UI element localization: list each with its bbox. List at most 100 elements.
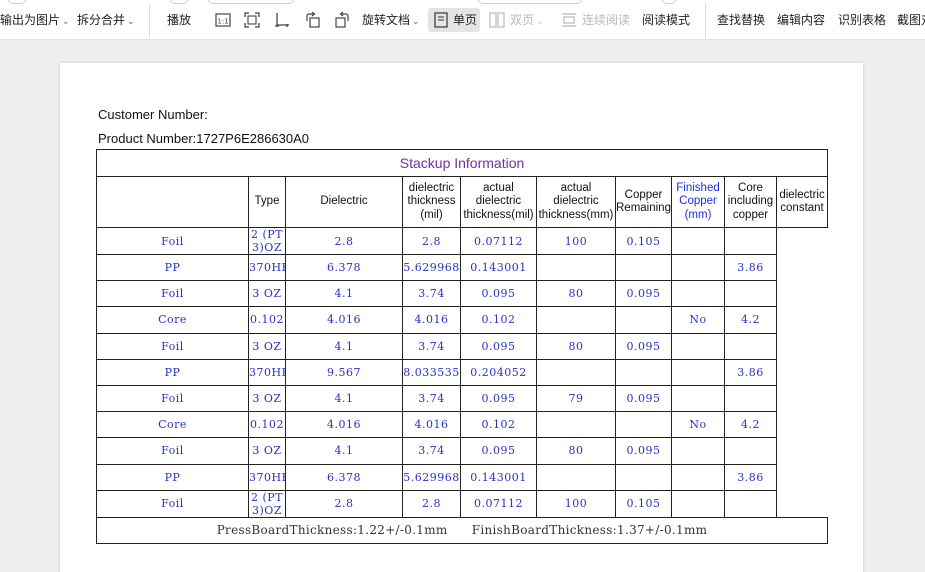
press-board-thickness: PressBoardThickness:1.22+/-0.1mm [216, 523, 448, 538]
toolbar: 输出为图片 ⌄ 拆分合并 ⌄ 播放 1:1 旋转文档 ⌄ 单页 双页 ⌄ 连续阅读 [0, 0, 925, 40]
screenshot-button[interactable]: 截图对 [897, 11, 925, 29]
table-row: Foil 2 (PT 3)OZ 2.8 2.8 0.07112 100 0.105 [96, 489, 828, 518]
header-copper-remaining: Copper Remaining [615, 176, 672, 228]
table-cell: 2 (PT 3)OZ [248, 227, 286, 255]
rotate-right-icon[interactable] [334, 12, 350, 28]
table-cell [536, 411, 616, 439]
table-cell: 4.1 [285, 437, 403, 465]
document-page: Customer Number: Product Number:1727P6E2… [60, 63, 863, 572]
rotate-document-button[interactable]: 旋转文档 ⌄ [362, 11, 420, 30]
actual-size-icon[interactable]: 1:1 [215, 12, 231, 28]
table-row: Foil 3 OZ 4.1 3.74 0.095 80 0.095 [96, 332, 828, 360]
table-cell: 0.095 [615, 280, 672, 308]
table-cell: 2 (PT 3)OZ [248, 489, 286, 518]
table-cell [615, 306, 672, 334]
table-cell [671, 358, 725, 386]
table-cell: 2.8 [285, 227, 403, 255]
table-cell [671, 463, 725, 491]
table-row: PP370HR1080*2(68%)6.3785.6299680.143001 3… [96, 253, 828, 282]
table-cell [671, 384, 725, 413]
table-cell: 6.378 [285, 463, 403, 491]
table-cell [724, 437, 777, 465]
table-cell: 3.74 [402, 384, 461, 413]
table-cell: 2.8 [402, 489, 461, 518]
table-cell: 100 [536, 227, 616, 255]
recognize-table-button[interactable]: 识别表格 [838, 11, 886, 29]
table-cell: 0.102 [248, 306, 286, 334]
table-cell: PP [96, 253, 249, 282]
product-number: Product Number:1727P6E286630A0 [98, 131, 310, 146]
continuous-reading-button[interactable]: 连续阅读 [582, 11, 630, 29]
split-merge-button[interactable]: 拆分合并 ⌄ [77, 11, 135, 30]
table-cell: 2.8 [402, 227, 461, 255]
header-type: Type [248, 176, 286, 228]
table-cell [671, 227, 725, 255]
header-finished-copper: Finished Copper (mm) [671, 176, 725, 228]
table-cell [671, 332, 725, 360]
table-cell: 0.095 [615, 437, 672, 465]
table-cell: 0.095 [615, 332, 672, 360]
table-footer: PressBoardThickness:1.22+/-0.1mm FinishB… [95, 516, 829, 544]
header-core-including-copper: Core including copper [724, 176, 777, 228]
single-page-button[interactable]: 单页 [453, 11, 477, 29]
play-icon [170, 0, 188, 4]
table-cell: 0.095 [460, 437, 537, 465]
table-cell: Core [96, 411, 249, 439]
table-cell: 6.378 [285, 253, 403, 282]
table-cell: Foil [96, 384, 249, 413]
double-page-button[interactable]: 双页 ⌄ [510, 11, 544, 30]
table-cell: PP [96, 463, 249, 491]
table-row: PP370HR1080*2(68%)6.3785.6299680.143001 3… [96, 463, 828, 491]
table-cell: No [671, 306, 725, 334]
table-cell [671, 489, 725, 518]
table-cell: 0.07112 [460, 489, 537, 518]
table-cell: 3.74 [402, 280, 461, 308]
table-cell: 80 [536, 437, 616, 465]
fit-width-icon[interactable] [274, 12, 290, 28]
table-cell: 4.1 [285, 332, 403, 360]
table-cell [671, 253, 725, 282]
table-title: Stackup Information [95, 149, 829, 177]
table-cell: 0.095 [460, 332, 537, 360]
table-cell: 0.07112 [460, 227, 537, 255]
stackup-table: Stackup Information L1 L2 L3 L4 L5 L6 [95, 149, 829, 544]
reading-mode-icon [662, 0, 676, 4]
table-cell [615, 358, 672, 386]
table-cell: Core [96, 306, 249, 334]
export-image-button[interactable]: 输出为图片 ⌄ [0, 11, 70, 30]
table-cell: 3.74 [402, 437, 461, 465]
table-row: Foil 3 OZ 4.1 3.74 0.095 79 0.095 [96, 384, 828, 413]
table-row: Foil 3 OZ 4.1 3.74 0.095 80 0.095 [96, 437, 828, 465]
table-cell: 9.567 [285, 358, 403, 386]
play-button[interactable]: 播放 [167, 11, 191, 29]
toolbar-divider [705, 4, 706, 38]
table-cell: 3.86 [724, 358, 777, 386]
page-input[interactable] [208, 0, 294, 4]
table-cell: 3 OZ [248, 332, 286, 360]
table-cell [536, 463, 616, 491]
zoom-input[interactable] [478, 0, 582, 4]
table-cell: 4.016 [285, 411, 403, 439]
table-cell: 0.204052 [460, 358, 537, 386]
fit-page-icon[interactable] [244, 12, 260, 28]
header-actual-thickness-mil: actual dielectric thickness(mil) [460, 176, 537, 228]
table-cell: 0.095 [460, 384, 537, 413]
table-cell: Foil [96, 332, 249, 360]
table-cell [671, 280, 725, 308]
table-cell [536, 306, 616, 334]
table-cell: 0.102 [248, 411, 286, 439]
table-cell [536, 253, 616, 282]
find-replace-button[interactable]: 查找替换 [717, 11, 765, 29]
rotate-left-icon[interactable] [305, 12, 321, 28]
table-cell [724, 384, 777, 413]
table-cell: 4.016 [402, 411, 461, 439]
table-cell: 4.2 [724, 411, 777, 439]
reading-mode-button[interactable]: 阅读模式 [642, 11, 690, 29]
table-row: Core 0.102 4.016 4.016 0.102 No 4.2 [96, 306, 828, 334]
table-cell: Foil [96, 437, 249, 465]
table-cell: 80 [536, 332, 616, 360]
table-cell: 3.86 [724, 253, 777, 282]
edit-content-button[interactable]: 编辑内容 [777, 11, 825, 29]
table-cell: 5.629968 [402, 463, 461, 491]
table-cell: 0.095 [460, 280, 537, 308]
